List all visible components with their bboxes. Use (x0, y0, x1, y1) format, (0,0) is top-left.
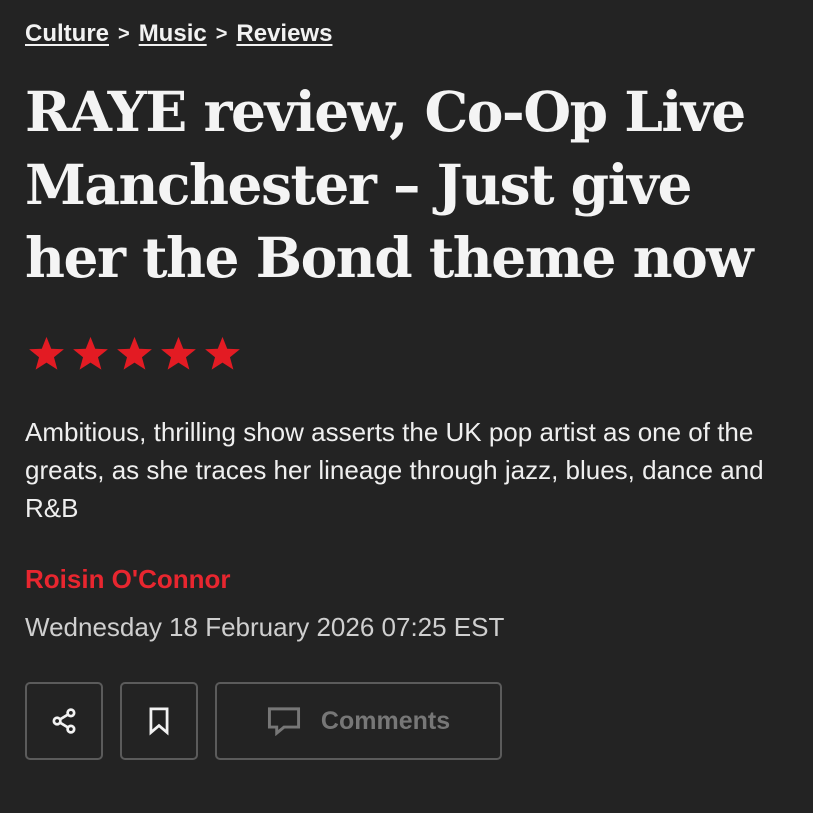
comments-label: Comments (320, 706, 451, 735)
breadcrumb-culture-link[interactable]: Culture (25, 20, 109, 48)
breadcrumb-reviews-link[interactable]: Reviews (236, 20, 332, 48)
article-title: RAYE review, Co-Op Live Manchester – Jus… (25, 79, 754, 290)
breadcrumb: Culture > Music > Reviews (25, 20, 332, 48)
bookmark-button[interactable] (120, 682, 198, 760)
share-icon (52, 708, 76, 734)
share-button[interactable] (25, 682, 103, 760)
article-actions: Comments (25, 682, 502, 760)
star-icon (117, 336, 152, 370)
star-icon (161, 336, 196, 370)
star-icon (205, 336, 240, 370)
comments-button[interactable]: Comments (215, 682, 502, 760)
star-rating (27, 334, 242, 373)
breadcrumb-music-link[interactable]: Music (139, 20, 207, 48)
article-standfirst: Ambitious, thrilling show asserts the UK… (25, 417, 764, 523)
star-icon (73, 336, 108, 370)
article-header: Culture > Music > Reviews RAYE review, C… (0, 0, 813, 813)
star-icon (29, 336, 64, 370)
comment-icon (267, 707, 300, 736)
bookmark-icon (149, 707, 169, 736)
breadcrumb-separator: > (215, 22, 228, 45)
author-link[interactable]: Roisin O'Connor (25, 564, 231, 595)
breadcrumb-separator: > (118, 22, 130, 45)
publish-date: Wednesday 18 February 2026 07:25 EST (25, 612, 505, 642)
